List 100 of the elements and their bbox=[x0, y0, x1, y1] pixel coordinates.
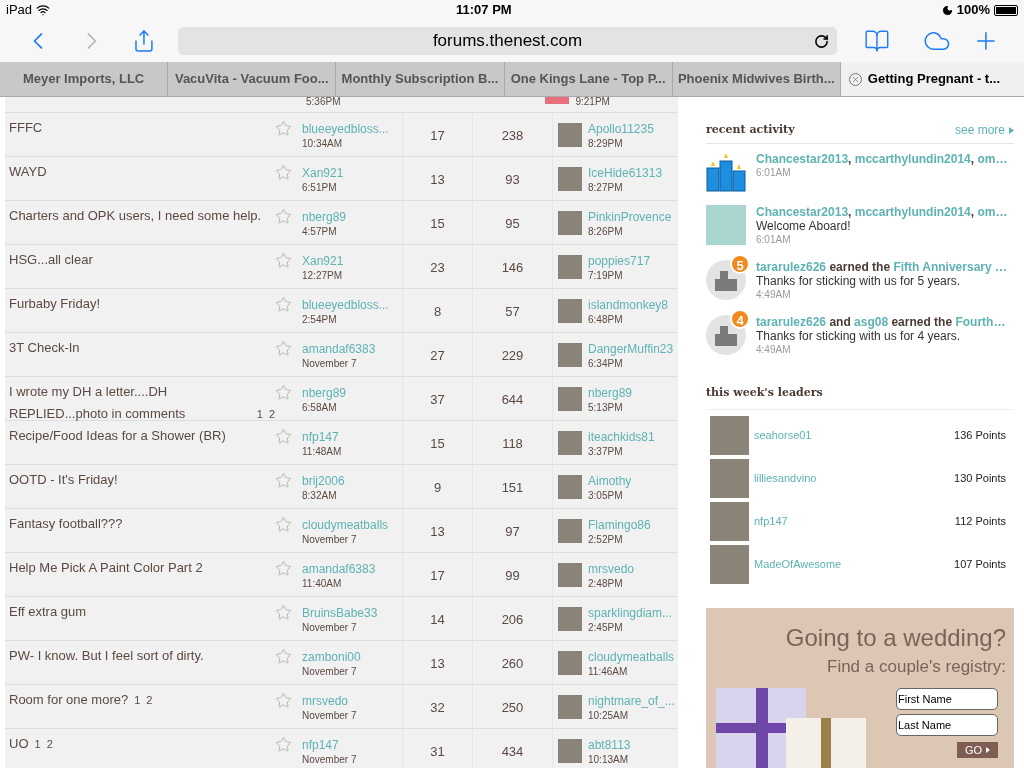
starter-link[interactable]: brij2006 bbox=[302, 473, 402, 489]
topic-title[interactable]: Furbaby Friday! bbox=[9, 293, 101, 315]
page-link[interactable]: 1 bbox=[34, 733, 41, 755]
star-icon[interactable] bbox=[275, 340, 292, 357]
last-poster-link[interactable]: Aimothy bbox=[588, 473, 632, 489]
browser-tab[interactable]: Phoenix Midwives Birth... bbox=[672, 62, 841, 96]
topic-title[interactable]: I wrote my DH a letter....DH REPLIED...photo in comments bbox=[9, 381, 251, 425]
star-icon[interactable] bbox=[275, 428, 292, 445]
topic-title[interactable]: OOTD - It's Friday! bbox=[9, 469, 118, 491]
activity-link[interactable]: Fifth Anniversary … bbox=[893, 260, 1007, 274]
started-time: November 7 bbox=[302, 753, 358, 766]
topic-title[interactable]: Fantasy football??? bbox=[9, 513, 123, 535]
starter-link[interactable]: zamboni00 bbox=[302, 649, 402, 665]
topic-title[interactable]: Help Me Pick A Paint Color Part 2 bbox=[9, 557, 203, 579]
activity-link[interactable]: tararulez626 bbox=[756, 260, 827, 274]
last-poster-link[interactable]: mrsvedo bbox=[588, 561, 634, 577]
last-poster-link[interactable]: PinkinProvence bbox=[588, 209, 672, 225]
battery-percent: 100% bbox=[956, 1, 990, 20]
last-poster-link[interactable]: iteachkids81 bbox=[588, 429, 655, 445]
star-icon[interactable] bbox=[275, 384, 292, 401]
activity-link[interactable]: mccarthylundin2014 bbox=[854, 205, 971, 219]
browser-tab[interactable]: One Kings Lane - Top P... bbox=[504, 62, 673, 96]
last-poster-link[interactable]: nightmare_of_... bbox=[588, 693, 675, 709]
last-poster-link[interactable]: IceHide61313 bbox=[588, 165, 663, 181]
last-poster-link[interactable]: abt8113 bbox=[588, 737, 631, 753]
page-link[interactable]: 1 bbox=[256, 403, 263, 425]
post-count: 250 bbox=[501, 700, 524, 715]
topic-title[interactable]: Charters and OPK users, I need some help. bbox=[9, 205, 262, 227]
browser-tab[interactable]: Getting Pregnant - t... bbox=[840, 62, 1024, 96]
activity-link[interactable]: mccarthylundin2014 bbox=[854, 152, 971, 166]
see-more-link[interactable]: see more bbox=[954, 121, 1005, 139]
started-time: 6:58AM bbox=[302, 401, 338, 414]
address-bar[interactable]: forums.thenest.com bbox=[177, 27, 838, 55]
last-poster-link[interactable]: poppies717 bbox=[588, 253, 651, 269]
last-poster-link[interactable]: nberg89 bbox=[588, 385, 633, 401]
activity-link[interactable]: tararulez626 bbox=[756, 315, 827, 329]
last-poster-link[interactable]: Apollo11235 bbox=[588, 121, 654, 137]
page-link[interactable]: 1 bbox=[134, 689, 141, 711]
last-poster-link[interactable]: Flamingo86 bbox=[588, 517, 651, 533]
page-link[interactable]: 2 bbox=[146, 689, 153, 711]
activity-link[interactable]: asg08 bbox=[854, 315, 889, 329]
topic-title[interactable]: 3T Check-In bbox=[9, 337, 80, 359]
star-icon[interactable] bbox=[275, 648, 292, 665]
topic-title[interactable]: HSG...all clear bbox=[9, 249, 93, 271]
star-icon[interactable] bbox=[275, 296, 292, 313]
leader-name-link[interactable]: lilliesandvino bbox=[754, 470, 817, 487]
starter-link[interactable]: nberg89 bbox=[302, 385, 402, 401]
name-input[interactable]: First Name bbox=[896, 688, 998, 710]
reload-icon[interactable] bbox=[814, 33, 830, 49]
starter-link[interactable]: Xan921 bbox=[302, 165, 402, 181]
starter-link[interactable]: amandaf6383 bbox=[302, 341, 402, 357]
activity-link[interactable]: om… bbox=[977, 205, 1008, 219]
last-poster-link[interactable]: DangerMuffin23 bbox=[588, 341, 674, 357]
star-icon[interactable] bbox=[275, 164, 292, 181]
activity-link[interactable]: Fourth… bbox=[955, 315, 1006, 329]
star-icon[interactable] bbox=[275, 516, 292, 533]
star-icon[interactable] bbox=[275, 692, 292, 709]
star-icon[interactable] bbox=[275, 472, 292, 489]
topic-title[interactable]: WAYD bbox=[9, 161, 47, 183]
browser-tab[interactable]: VacuVita - Vacuum Foo... bbox=[168, 62, 337, 96]
star-icon[interactable] bbox=[275, 604, 292, 621]
activity-link[interactable]: om… bbox=[977, 152, 1008, 166]
star-icon[interactable] bbox=[275, 120, 292, 137]
page-link[interactable]: 2 bbox=[46, 733, 53, 755]
browser-tab[interactable]: Meyer Imports, LLC bbox=[0, 62, 169, 96]
last-poster-link[interactable]: sparklingdiam... bbox=[588, 605, 673, 621]
name-input[interactable]: Last Name bbox=[896, 714, 998, 736]
leader-name-link[interactable]: MadeOfAwesome bbox=[754, 556, 842, 573]
starter-link[interactable]: nfp147 bbox=[302, 429, 402, 445]
leader-name-link[interactable]: nfp147 bbox=[754, 513, 788, 530]
registry-ad-banner[interactable]: Going to a wedding? Find a couple's registry: First Name Last Name GO bbox=[706, 608, 1014, 768]
starter-link[interactable]: blueeyedbloss... bbox=[302, 297, 402, 313]
go-button[interactable]: GO bbox=[956, 742, 998, 758]
topic-title[interactable]: FFFC bbox=[9, 117, 43, 139]
star-icon[interactable] bbox=[275, 560, 292, 577]
last-poster-link[interactable]: cloudymeatballs bbox=[588, 649, 675, 665]
star-icon[interactable] bbox=[275, 736, 292, 753]
last-poster-link[interactable]: islandmonkey8 bbox=[588, 297, 669, 313]
star-icon[interactable] bbox=[275, 252, 292, 269]
star-icon[interactable] bbox=[275, 208, 292, 225]
leader-name-link[interactable]: seahorse01 bbox=[754, 427, 812, 444]
topic-title[interactable]: UO bbox=[9, 733, 29, 755]
page-link[interactable]: 2 bbox=[268, 403, 275, 425]
starter-link[interactable]: nfp147 bbox=[302, 737, 402, 753]
topic-title[interactable]: Room for one more? bbox=[9, 689, 129, 711]
starter-link[interactable]: cloudymeatballs bbox=[302, 517, 402, 533]
starter-link[interactable]: blueeyedbloss... bbox=[302, 121, 402, 137]
topic-title[interactable]: PW- I know. But I feel sort of dirty. bbox=[9, 645, 204, 667]
starter-link[interactable]: nberg89 bbox=[302, 209, 402, 225]
podium-icon bbox=[706, 152, 746, 192]
bookmarks-icon[interactable] bbox=[864, 28, 891, 54]
topic-title[interactable]: Eff extra gum bbox=[9, 601, 87, 623]
browser-tab[interactable]: Monthly Subscription B... bbox=[336, 62, 505, 96]
post-count: 95 bbox=[505, 216, 520, 231]
starter-link[interactable]: BruinsBabe33 bbox=[302, 605, 402, 621]
caret-icon[interactable] bbox=[1009, 126, 1014, 134]
starter-link[interactable]: mrsvedo bbox=[302, 693, 402, 709]
starter-link[interactable]: amandaf6383 bbox=[302, 561, 402, 577]
starter-link[interactable]: Xan921 bbox=[302, 253, 402, 269]
topic-title[interactable]: Recipe/Food Ideas for a Shower (BR) bbox=[9, 425, 226, 447]
